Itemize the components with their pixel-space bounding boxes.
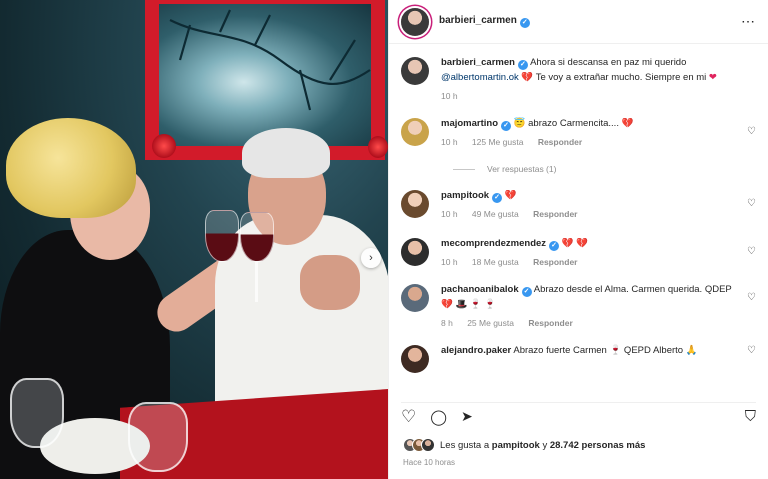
- comment-meta: 10 h 18 Me gusta Responder: [441, 255, 738, 270]
- carousel-next-icon[interactable]: ›: [361, 248, 381, 268]
- avatar[interactable]: [401, 284, 429, 312]
- wine-glass: [205, 210, 239, 262]
- branch-decoration: [169, 9, 371, 111]
- reply-button[interactable]: Responder: [538, 137, 582, 147]
- likes-count[interactable]: 125 Me gusta: [472, 137, 524, 147]
- comment-row: alejandro.paker Abrazo fuerte Carmen 🍷 Q…: [401, 343, 756, 373]
- comment-icon[interactable]: ◯: [430, 408, 447, 426]
- comment-username[interactable]: alejandro.paker: [441, 345, 511, 356]
- likes-count[interactable]: 28.742 personas más: [550, 440, 646, 451]
- comment-row: pachanoanibalok ✓ Abrazo desde el Alma. C…: [401, 282, 756, 331]
- avatar[interactable]: [401, 118, 429, 146]
- timestamp: 10 h: [441, 137, 458, 147]
- wine-glass: [240, 212, 274, 262]
- comment-meta: 8 h 25 Me gusta Responder: [441, 316, 738, 331]
- header-username-text[interactable]: barbieri_carmen: [439, 15, 517, 26]
- like-comment-icon[interactable]: ♡: [747, 198, 756, 209]
- angel-emoji: 😇: [513, 118, 526, 129]
- post-timestamp: Hace 10 horas: [403, 458, 456, 467]
- water-glass: [10, 378, 64, 448]
- timestamp: 8 h: [441, 318, 453, 328]
- likes-user[interactable]: pampitook: [492, 440, 540, 451]
- comment-text: abrazo Carmencita.... 💔: [528, 118, 634, 129]
- comment-row: majomartino ✓ 😇 abrazo Carmencita.... 💔 1…: [401, 116, 756, 150]
- likes-text: Les gusta a pampitook y 28.742 personas …: [440, 440, 645, 451]
- comments-list[interactable]: barbieri_carmen ✓ Ahora si descansa en pa…: [389, 45, 768, 395]
- post-actions: ♡ ◯ ➤ ⛉: [401, 402, 756, 430]
- post-photo[interactable]: ›: [0, 0, 388, 479]
- avatar[interactable]: [401, 7, 429, 36]
- avatar[interactable]: [401, 238, 429, 266]
- save-icon[interactable]: ⛉: [745, 408, 756, 425]
- verified-icon: ✓: [501, 121, 512, 131]
- verified-icon: ✓: [521, 287, 532, 297]
- caption-username[interactable]: barbieri_carmen: [441, 57, 515, 68]
- like-comment-icon[interactable]: ♡: [747, 345, 756, 356]
- verified-icon: ✓: [519, 18, 530, 28]
- timestamp: 10 h: [441, 91, 458, 101]
- likes-count[interactable]: 18 Me gusta: [472, 257, 519, 267]
- timestamp: 10 h: [441, 209, 458, 219]
- avatar[interactable]: [401, 190, 429, 218]
- header-username[interactable]: barbieri_carmen ✓: [439, 15, 530, 28]
- man-hand: [300, 255, 360, 310]
- reply-button[interactable]: Responder: [528, 318, 572, 328]
- avatar[interactable]: [401, 345, 429, 373]
- caption-mention[interactable]: @albertomartin.ok: [441, 72, 519, 83]
- comment-username[interactable]: pampitook: [441, 190, 489, 201]
- comment-text: 💔 💔: [561, 238, 588, 249]
- wine-glass-stem: [255, 262, 258, 302]
- caption-text: Te voy a extrañar mucho. Siempre en mi: [535, 72, 707, 83]
- replies-divider: [453, 168, 475, 170]
- likes-count[interactable]: 25 Me gusta: [467, 318, 514, 328]
- post-side-panel: barbieri_carmen ✓ ⋯ barbieri_carmen ✓ Ahor…: [388, 0, 768, 479]
- caption-text: Ahora si descansa en paz mi querido: [530, 57, 687, 68]
- post-header: barbieri_carmen ✓ ⋯: [389, 0, 768, 44]
- caption-meta: 10 h: [441, 89, 750, 104]
- comment-text: 💔: [504, 190, 517, 201]
- view-replies[interactable]: Ver respuestas (1): [453, 164, 756, 174]
- red-flower-left: [152, 134, 176, 158]
- comment-text: Abrazo fuerte Carmen 🍷 QEPD Alberto 🙏: [513, 345, 698, 356]
- comment-meta: 10 h 49 Me gusta Responder: [441, 207, 738, 222]
- reply-button[interactable]: Responder: [533, 209, 577, 219]
- likes-summary[interactable]: Les gusta a pampitook y 28.742 personas …: [403, 438, 645, 452]
- verified-icon: ✓: [549, 241, 560, 251]
- like-comment-icon[interactable]: ♡: [747, 246, 756, 257]
- red-flower-right: [368, 136, 388, 158]
- broken-heart-emoji: 💔: [521, 72, 534, 83]
- liker-avatar: [421, 438, 435, 452]
- comment-row: mecomprendezmendez ✓ 💔 💔 10 h 18 Me gusta…: [401, 236, 756, 270]
- comment-meta: 10 h 125 Me gusta Responder: [441, 135, 738, 150]
- timestamp: 10 h: [441, 257, 458, 267]
- woman-hair: [6, 118, 136, 218]
- verified-icon: ✓: [492, 193, 503, 203]
- reply-button[interactable]: Responder: [533, 257, 577, 267]
- water-glass: [128, 402, 188, 472]
- like-comment-icon[interactable]: ♡: [747, 292, 756, 303]
- man-hair: [242, 128, 330, 178]
- comment-username[interactable]: pachanoanibalok: [441, 284, 519, 295]
- likes-conjunction: y: [542, 439, 548, 451]
- likes-prefix: Les gusta a: [440, 439, 490, 451]
- comment-row: pampitook ✓ 💔 10 h 49 Me gusta Responder …: [401, 188, 756, 222]
- comment-username[interactable]: mecomprendezmendez: [441, 238, 546, 249]
- view-replies-label[interactable]: Ver respuestas (1): [487, 164, 556, 174]
- caption: barbieri_carmen ✓ Ahora si descansa en pa…: [401, 55, 756, 104]
- likes-count[interactable]: 49 Me gusta: [472, 209, 519, 219]
- like-comment-icon[interactable]: ♡: [747, 126, 756, 137]
- avatar[interactable]: [401, 57, 429, 85]
- share-icon[interactable]: ➤: [461, 408, 473, 425]
- more-options-icon[interactable]: ⋯: [741, 13, 756, 30]
- heart-emoji: ❤: [708, 72, 717, 83]
- like-icon[interactable]: ♡: [401, 407, 416, 427]
- verified-icon: ✓: [517, 60, 528, 70]
- comment-username[interactable]: majomartino: [441, 118, 498, 129]
